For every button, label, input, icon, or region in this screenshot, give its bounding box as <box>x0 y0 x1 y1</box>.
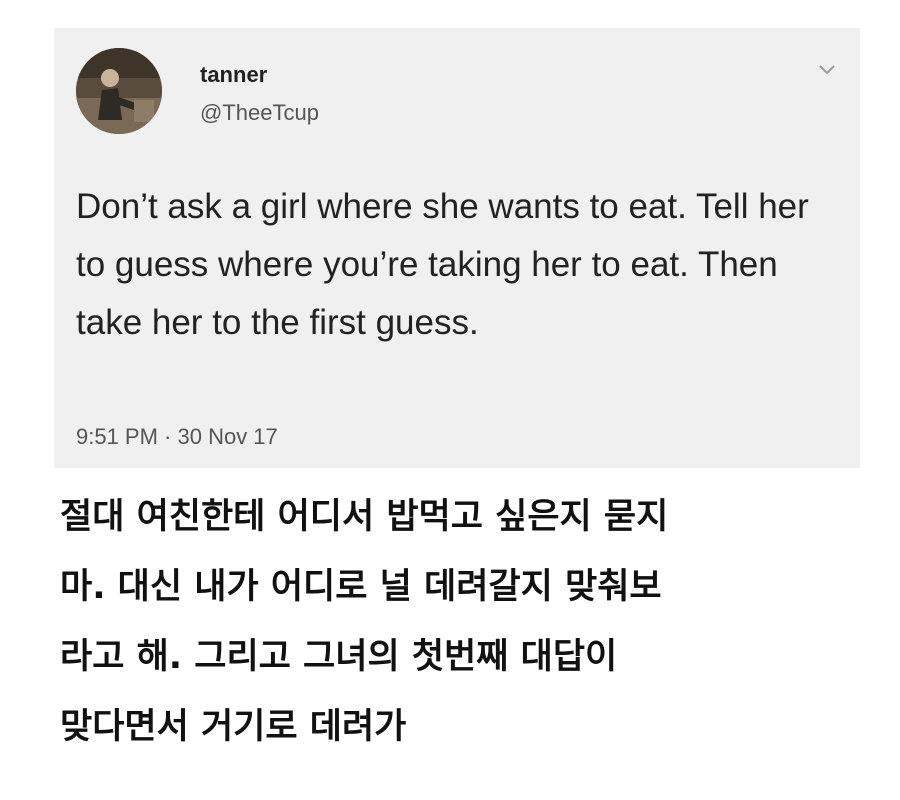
tweet-card[interactable]: tanner @TheeTcup Don’t ask a girl where … <box>54 28 860 468</box>
caption-line: 마. 대신 내가 어디로 널 데려갈지 맞춰보 <box>60 567 662 607</box>
tweet-timestamp[interactable]: 9:51 PM · 30 Nov 17 <box>76 424 278 450</box>
user-handle[interactable]: @TheeTcup <box>200 100 319 126</box>
page: tanner @TheeTcup Don’t ask a girl where … <box>0 0 900 800</box>
caption-line: 라고 해. 그리고 그녀의 첫번째 대답이 <box>60 637 618 677</box>
chevron-down-icon[interactable] <box>814 60 840 80</box>
user-name[interactable]: tanner <box>200 62 267 88</box>
tweet-text: Don’t ask a girl where she wants to eat.… <box>76 187 809 342</box>
caption-line: 맞다면서 거기로 데려가 <box>60 707 407 747</box>
avatar-photo <box>76 48 162 134</box>
caption-line: 절대 여친한테 어디서 밥먹고 싶은지 묻지 <box>60 497 669 537</box>
korean-caption: 절대 여친한테 어디서 밥먹고 싶은지 묻지 마. 대신 내가 어디로 널 데려… <box>60 482 860 762</box>
avatar[interactable] <box>76 48 162 134</box>
